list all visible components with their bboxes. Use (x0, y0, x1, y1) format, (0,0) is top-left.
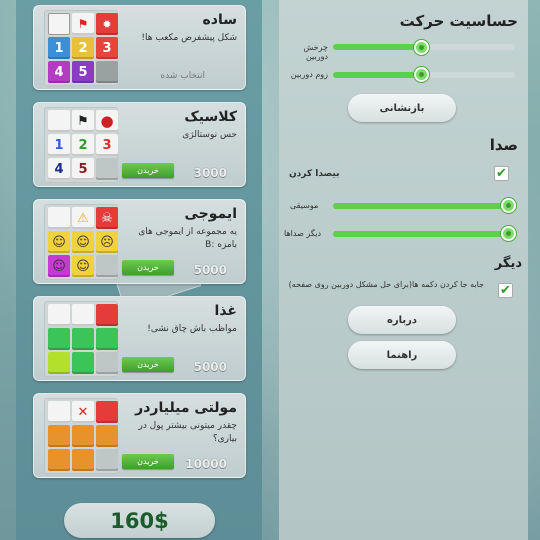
theme-card-emoji[interactable]: ⚠ ☠ ☺ ☺ ☹ ☺ ☺ ایموجی یه مجموعه از ایموجی… (33, 199, 246, 284)
music-slider[interactable] (333, 203, 509, 209)
theme-price: 10000 (185, 457, 227, 471)
help-button[interactable]: راهنما (348, 341, 456, 369)
zoom-slider-knob[interactable] (414, 67, 429, 82)
theme-description: یه مجموعه از ایموجی های بامزه :B (138, 227, 237, 250)
reset-button[interactable]: بازنشانی (348, 94, 456, 122)
zoom-label: زوم دوربین (290, 70, 328, 79)
theme-description: چقدر میتونی بیشتر پول در بیاری؟ (138, 421, 237, 444)
buy-button[interactable]: خریدن (122, 454, 174, 469)
music-label: موسیقی (290, 201, 319, 210)
buy-button[interactable]: خریدن (122, 357, 174, 372)
theme-title: غذا (214, 303, 237, 319)
motion-heading: حساسیت حرکت (399, 12, 518, 30)
settings-panel (279, 0, 528, 540)
theme-preview: ✕ (44, 398, 118, 474)
theme-description: مواظب باش چاق نشی! (147, 324, 237, 334)
theme-price: 3000 (193, 166, 227, 180)
mine-icon: ● (96, 110, 118, 132)
theme-description: حس نوستالژی (182, 130, 237, 140)
about-button[interactable]: درباره (348, 306, 456, 334)
flag-icon: ⚑ (72, 110, 94, 132)
music-slider-knob[interactable] (501, 198, 516, 213)
check-icon: ✔ (500, 283, 511, 298)
theme-price: 5000 (193, 360, 227, 374)
theme-card-simple[interactable]: ⚑ ✹ 1 2 3 4 5 ساده شکل پیشفرض مکعب ها! ا… (33, 5, 246, 90)
theme-preview: ⚑ ● 1 2 3 4 5 (44, 107, 118, 183)
move-buttons-checkbox[interactable]: ✔ (498, 283, 513, 298)
theme-preview (44, 301, 118, 377)
rotate-slider-knob[interactable] (414, 40, 429, 55)
fx-slider[interactable] (333, 231, 509, 237)
sound-heading: صدا (489, 136, 518, 154)
theme-card-food[interactable]: غذا مواظب باش چاق نشی! خریدن 5000 (33, 296, 246, 381)
flag-icon: ⚑ (72, 13, 94, 35)
fx-label: دیگر صداها (284, 229, 322, 238)
theme-title: مولتی میلیاردر (135, 400, 237, 416)
theme-card-classic[interactable]: ⚑ ● 1 2 3 4 5 کلاسیک حس نوستالژی خریدن 3… (33, 102, 246, 187)
theme-title: کلاسیک (184, 109, 237, 125)
rotate-label: چرخش دوربین (303, 43, 328, 61)
theme-card-billionaire[interactable]: ✕ مولتی میلیاردر چقدر میتونی بیشتر پول د… (33, 393, 246, 478)
skull-icon: ☠ (96, 207, 118, 229)
mute-label: بیصدا کردن (289, 169, 340, 179)
theme-preview: ⚑ ✹ 1 2 3 4 5 (44, 10, 118, 86)
money-display: 160$ (64, 503, 215, 538)
warning-icon: ⚠ (72, 207, 94, 229)
buy-button[interactable]: خریدن (122, 163, 174, 178)
theme-title: ساده (202, 12, 237, 28)
theme-status: انتخاب شده (160, 71, 205, 81)
other-heading: دیگر (494, 256, 522, 271)
check-icon: ✔ (496, 166, 507, 181)
move-buttons-label: جابه جا کردن دکمه ها(برای حل مشکل دوربین… (288, 280, 484, 289)
buy-button[interactable]: خریدن (122, 260, 174, 275)
fx-slider-knob[interactable] (501, 226, 516, 241)
mine-icon: ✹ (96, 13, 118, 35)
theme-title: ایموجی (184, 206, 237, 222)
mute-checkbox[interactable]: ✔ (494, 166, 509, 181)
theme-price: 5000 (193, 263, 227, 277)
theme-description: شکل پیشفرض مکعب ها! (141, 33, 237, 43)
theme-preview: ⚠ ☠ ☺ ☺ ☹ ☺ ☺ (44, 204, 118, 280)
